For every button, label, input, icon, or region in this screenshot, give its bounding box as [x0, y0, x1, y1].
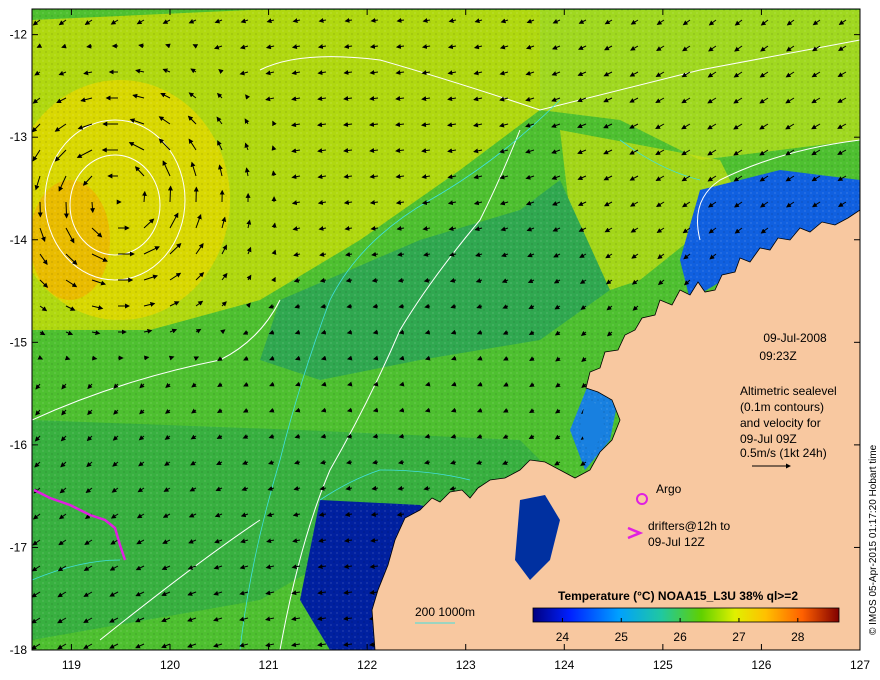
lon-tick-label: 124 — [554, 658, 574, 672]
lon-tick-label: 125 — [653, 658, 673, 672]
drifter-label-2: 09-Jul 12Z — [648, 535, 705, 549]
lat-tick-label: -17 — [10, 540, 28, 554]
lon-tick-label: 119 — [62, 658, 81, 672]
altimetry-line-3: and velocity for — [740, 416, 821, 430]
lat-tick-label: -16 — [10, 438, 28, 452]
altimetry-line-2: (0.1m contours) — [740, 400, 824, 414]
velocity-arrow — [143, 355, 150, 361]
colorbar-tick-label: 27 — [732, 630, 746, 644]
time-label: 09:23Z — [759, 349, 796, 363]
lon-tick-label: 126 — [751, 658, 771, 672]
lat-tick-label: -18 — [10, 643, 28, 657]
velocity-arrow — [271, 170, 277, 177]
colorbar-tick-label: 24 — [556, 630, 570, 644]
colorbar-gradient — [532, 607, 840, 623]
credit-text: © IMOS 05-Apr-2015 01:17:20 Hobart time — [868, 444, 879, 635]
velocity-arrow — [91, 355, 98, 361]
lon-tick-label: 127 — [850, 658, 870, 672]
colorbar-title: Temperature (°C) NOAA15_L3U 38% ql>=2 — [558, 589, 798, 603]
sst-map: 119 120 121 122 123 124 125 126 127 -12 -13 -14 -15… — [10, 8, 879, 672]
lon-tick-label: 121 — [259, 658, 279, 672]
isobath-label: 200 1000m — [415, 605, 475, 619]
lat-tick-label: -12 — [10, 28, 28, 42]
colorbar-tick-label: 26 — [673, 630, 687, 644]
lat-tick-label: -15 — [10, 335, 28, 349]
altimetry-line-5: 0.5m/s (1kt 24h) — [740, 446, 827, 460]
altimetry-line-1: Altimetric sealevel — [740, 384, 837, 398]
plot-area — [32, 9, 860, 650]
lat-tick-label: -13 — [10, 130, 28, 144]
lon-tick-label: 122 — [357, 658, 377, 672]
argo-label: Argo — [656, 482, 682, 496]
lon-tick-label: 120 — [160, 658, 180, 672]
date-label: 09-Jul-2008 — [763, 331, 827, 345]
colorbar-tick-label: 28 — [791, 630, 805, 644]
lat-tick-label: -14 — [10, 233, 28, 247]
colorbar-tick-label: 25 — [615, 630, 629, 644]
lon-tick-label: 123 — [456, 658, 476, 672]
drifter-label-1: drifters@12h to — [648, 519, 731, 533]
velocity-arrow — [63, 201, 69, 219]
altimetry-line-4: 09-Jul 09Z — [740, 432, 797, 446]
velocity-arrow — [167, 185, 173, 203]
